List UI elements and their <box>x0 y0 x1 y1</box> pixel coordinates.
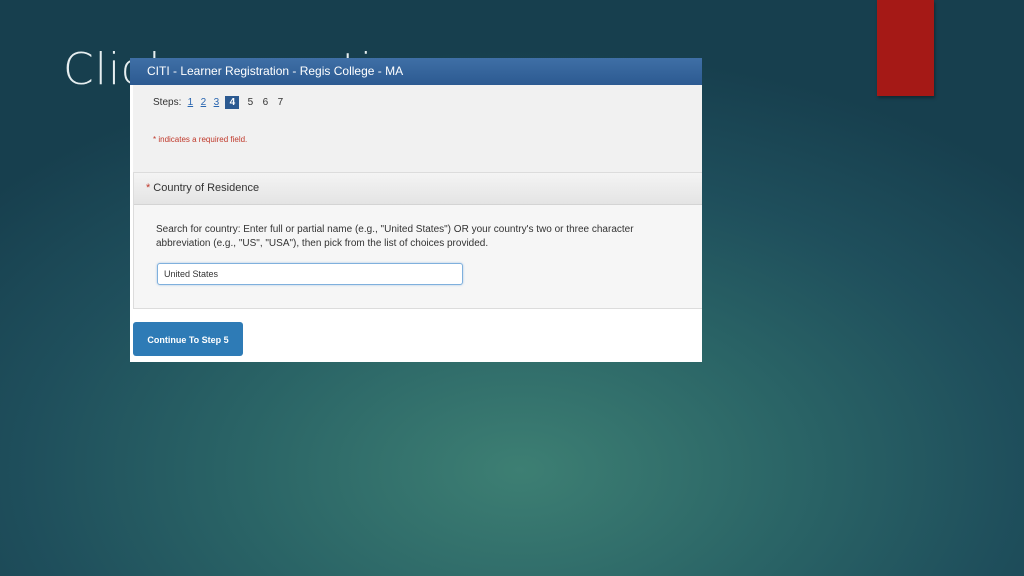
step-7: 7 <box>277 97 284 108</box>
section-heading-label: Country of Residence <box>153 182 260 194</box>
required-marker: * <box>146 182 151 194</box>
step-6: 6 <box>262 97 269 108</box>
registration-screenshot: CITI - Learner Registration - Regis Coll… <box>130 58 702 362</box>
step-3-link[interactable]: 3 <box>212 97 220 108</box>
country-search-input[interactable] <box>157 263 463 285</box>
window-title: CITI - Learner Registration - Regis Coll… <box>130 58 702 85</box>
country-section: * Country of Residence Search for country… <box>133 172 702 309</box>
required-field-note: * indicates a required field. <box>153 135 248 144</box>
section-heading: * Country of Residence <box>134 173 702 205</box>
steps-label: Steps: <box>153 97 182 108</box>
step-1-link[interactable]: 1 <box>186 97 194 108</box>
country-help-text: Search for country: Enter full or partia… <box>156 224 634 249</box>
accent-bar <box>877 0 934 96</box>
step-2-link[interactable]: 2 <box>199 97 207 108</box>
steps-nav: Steps: 1 2 3 4 5 6 7 <box>153 96 290 109</box>
continue-button[interactable]: Continue To Step 5 <box>133 322 243 356</box>
steps-panel: Steps: 1 2 3 4 5 6 7 * indicates a requi… <box>133 85 702 185</box>
step-5: 5 <box>247 97 254 108</box>
step-4-current: 4 <box>225 96 240 109</box>
